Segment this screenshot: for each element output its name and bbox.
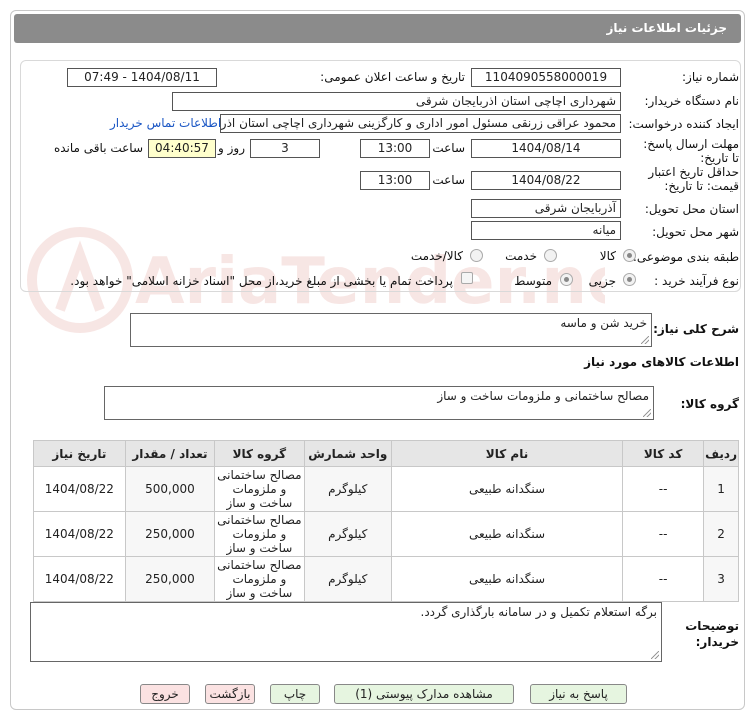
validity-label: حداقل تاریخ اعتبار قیمت: تا تاریخ: [648, 165, 739, 193]
cell-item-code: -- [622, 466, 705, 512]
cell-item-code: -- [622, 556, 705, 602]
category-radio-service[interactable] [544, 249, 557, 262]
col-quantity: تعداد / مقدار [124, 440, 216, 467]
category-option-service: خدمت [505, 249, 537, 263]
cell-row-number: 3 [703, 556, 739, 602]
reply-time-field: 13:00 [360, 139, 430, 158]
category-label: طبقه بندی موضوعی: [632, 250, 739, 264]
cell-goods-group: مصالح ساختمانی و ملزومات ساخت و ساز [214, 466, 305, 512]
table-row: 1 -- سنگدانه طبیعی کیلوگرم مصالح ساختمان… [33, 466, 739, 512]
category-radio-goods[interactable] [623, 249, 636, 262]
category-radio-goods-service[interactable] [470, 249, 483, 262]
reply-time-label: ساعت [432, 141, 465, 155]
cell-need-date: 1404/08/22 [33, 511, 126, 557]
remaining-time-field: 04:40:57 [148, 139, 216, 158]
process-radio-minor[interactable] [623, 273, 636, 286]
province-label: استان محل تحویل: [644, 202, 739, 216]
resize-handle[interactable] [651, 651, 659, 659]
cell-goods-group: مصالح ساختمانی و ملزومات ساخت و ساز [214, 556, 305, 602]
cell-quantity: 500,000 [124, 466, 216, 512]
reply-deadline-label: مهلت ارسال پاسخ: تا تاریخ: [643, 137, 739, 165]
process-option-minor: جزیی [588, 274, 616, 288]
category-option-goods: کالا [599, 249, 616, 263]
goods-group-text: مصالح ساختمانی و ملزومات ساخت و ساز [437, 389, 649, 403]
goods-group-textarea[interactable]: مصالح ساختمانی و ملزومات ساخت و ساز [104, 386, 654, 420]
buyer-org-field: شهرداری اچاچی استان اذربایجان شرقی [172, 92, 621, 111]
creator-label: ایجاد کننده درخواست: [628, 117, 739, 131]
table-row: 2 -- سنگدانه طبیعی کیلوگرم مصالح ساختمان… [33, 511, 739, 557]
summary-label: شرح کلی نیاز: [653, 322, 739, 336]
goods-section-title: اطلاعات کالاهای مورد نیاز [584, 355, 739, 369]
resize-handle[interactable] [641, 336, 649, 344]
exit-button[interactable]: خروج [140, 684, 190, 704]
cell-quantity: 250,000 [124, 511, 216, 557]
need-number-field: 1104090558000019 [471, 68, 621, 87]
need-number-label: شماره نیاز: [682, 70, 739, 84]
buyer-notes-text: برگه استعلام تکمیل و در سامانه بارگذاری … [420, 605, 657, 619]
remaining-time-label: ساعت باقی مانده [53, 141, 143, 155]
city-label: شهر محل تحویل: [652, 225, 739, 239]
process-radio-medium[interactable] [560, 273, 573, 286]
table-header-row: ردیف کد کالا نام کالا واحد شمارش گروه کا… [33, 440, 739, 467]
validity-date-field: 1404/08/22 [471, 171, 621, 190]
cell-quantity: 250,000 [124, 556, 216, 602]
col-item-name: نام کالا [390, 440, 624, 467]
cell-unit: کیلوگرم [303, 556, 392, 602]
announce-label: تاریخ و ساعت اعلان عمومی: [320, 70, 465, 84]
cell-unit: کیلوگرم [303, 511, 392, 557]
validity-time-field: 13:00 [360, 171, 430, 190]
treasury-payment-note: پرداخت تمام یا بخشی از مبلغ خرید،از محل … [70, 274, 453, 288]
cell-item-code: -- [622, 511, 705, 557]
col-goods-group: گروه کالا [214, 440, 305, 467]
view-attachments-button[interactable]: مشاهده مدارک پیوستی (1) [334, 684, 514, 704]
goods-group-label: گروه کالا: [680, 397, 739, 411]
cell-unit: کیلوگرم [303, 466, 392, 512]
process-option-medium: متوسط [514, 274, 552, 288]
province-field: آذربایجان شرقی [471, 199, 621, 218]
summary-text: خرید شن و ماسه [560, 316, 647, 330]
cell-row-number: 1 [703, 466, 739, 512]
col-row-number: ردیف [703, 440, 739, 467]
validity-time-label: ساعت [432, 173, 465, 187]
cell-item-name: سنگدانه طبیعی [390, 556, 624, 602]
buyer-org-label: نام دستگاه خریدار: [644, 94, 740, 108]
back-button[interactable]: بازگشت [205, 684, 255, 704]
announce-field: 1404/08/11 - 07:49 [67, 68, 217, 87]
cell-need-date: 1404/08/22 [33, 466, 126, 512]
cell-row-number: 2 [703, 511, 739, 557]
days-field: 3 [250, 139, 320, 158]
cell-need-date: 1404/08/22 [33, 556, 126, 602]
reply-button[interactable]: پاسخ به نیاز [530, 684, 627, 704]
category-option-goods-service: کالا/خدمت [410, 249, 463, 263]
print-button[interactable]: چاپ [270, 684, 320, 704]
creator-field: محمود عراقی زرنقی مسئول امور اداری و کار… [220, 114, 621, 133]
cell-item-name: سنگدانه طبیعی [390, 466, 624, 512]
treasury-payment-checkbox[interactable] [461, 272, 473, 284]
col-item-code: کد کالا [622, 440, 705, 467]
days-and-label: روز و [218, 141, 245, 155]
city-field: میانه [471, 221, 621, 240]
summary-textarea[interactable]: خرید شن و ماسه [130, 313, 652, 347]
goods-table: ردیف کد کالا نام کالا واحد شمارش گروه کا… [33, 440, 739, 602]
contact-info-link[interactable]: اطلاعات تماس خریدار [110, 116, 221, 130]
process-label: نوع فرآیند خرید : [654, 274, 739, 288]
resize-handle[interactable] [643, 409, 651, 417]
col-need-date: تاریخ نیاز [33, 440, 126, 467]
page-title: جزئیات اطلاعات نیاز [14, 14, 741, 43]
table-row: 3 -- سنگدانه طبیعی کیلوگرم مصالح ساختمان… [33, 556, 739, 602]
col-unit: واحد شمارش [303, 440, 392, 467]
buyer-notes-label: توضیحات خریدار: [685, 619, 739, 649]
reply-date-field: 1404/08/14 [471, 139, 621, 158]
buyer-notes-textarea[interactable]: برگه استعلام تکمیل و در سامانه بارگذاری … [30, 602, 662, 662]
cell-goods-group: مصالح ساختمانی و ملزومات ساخت و ساز [214, 511, 305, 557]
cell-item-name: سنگدانه طبیعی [390, 511, 624, 557]
